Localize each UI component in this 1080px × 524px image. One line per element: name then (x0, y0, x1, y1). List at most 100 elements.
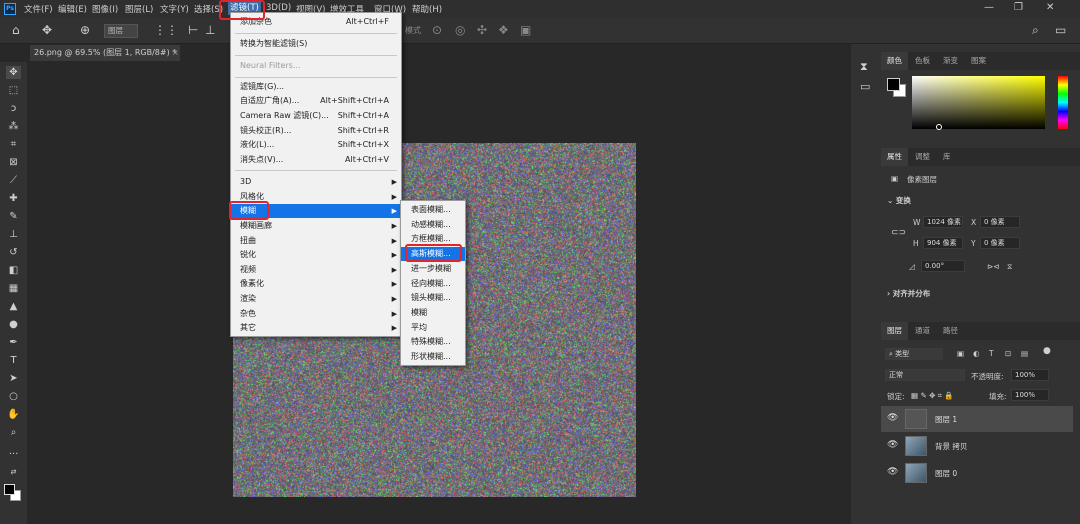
brush-tool-icon[interactable]: ✎ (6, 210, 21, 223)
menu-layer[interactable]: 图层(L) (125, 3, 153, 15)
type-tool-icon[interactable]: T (6, 354, 21, 367)
foreground-swatch[interactable] (887, 78, 900, 91)
document-tab[interactable]: 26.png @ 69.5% (图层 1, RGB/8#) * (30, 45, 180, 61)
align-section[interactable]: › 对齐并分布 (887, 288, 930, 299)
visibility-eye-icon[interactable]: 👁 (887, 467, 898, 477)
menu-image[interactable]: 图像(I) (92, 3, 118, 15)
filter-smart-icon[interactable]: ▤ (1021, 349, 1028, 358)
filter-item-gallery[interactable]: 滤镜库(G)... (231, 80, 401, 94)
transform-controls-icon[interactable]: ⋮⋮ (154, 23, 178, 37)
layer-row[interactable]: 👁 背景 拷贝 (881, 433, 1073, 459)
3d-slide-icon[interactable]: ❖ (498, 23, 509, 37)
opacity-field[interactable]: 100% (1011, 369, 1049, 381)
filter-item-3d[interactable]: 3D ▶ (231, 175, 401, 189)
tab-swatches[interactable]: 色板 (909, 52, 936, 70)
height-field[interactable]: 904 像素 (923, 237, 963, 249)
filter-item-adaptive-wide-angle[interactable]: 自适应广角(A)... Alt+Shift+Ctrl+A (231, 94, 401, 108)
layer-row[interactable]: 👁 图层 0 (881, 460, 1073, 486)
filter-item-vanishing-point[interactable]: 消失点(V)... Alt+Ctrl+V (231, 153, 401, 167)
filter-item-other[interactable]: 其它 ▶ (231, 321, 401, 335)
pen-tool-icon[interactable]: ✒ (6, 336, 21, 349)
filter-item-camera-raw[interactable]: Camera Raw 滤镜(C)... Shift+Ctrl+A (231, 109, 401, 123)
align-center-icon[interactable]: ⊥ (205, 23, 215, 37)
3d-scale-icon[interactable]: ▣ (520, 23, 531, 37)
marquee-tool-icon[interactable]: ⬚ (6, 84, 21, 97)
lock-icons[interactable]: ▦ ✎ ✥ ⌗ 🔒 (911, 391, 954, 401)
angle-field[interactable]: 0.00° (921, 260, 965, 272)
close-icon[interactable]: ✕ (1046, 2, 1054, 13)
clone-stamp-icon[interactable]: ⊥ (6, 228, 21, 241)
flip-horizontal-icon[interactable]: ⊳⊲ (987, 262, 1000, 271)
3d-pan-icon[interactable]: ✣ (477, 23, 487, 37)
foreground-color-swatch[interactable] (4, 484, 15, 495)
filter-adjust-icon[interactable]: ◐ (973, 349, 980, 358)
tab-patterns[interactable]: 图案 (965, 52, 992, 70)
link-icon[interactable]: ⊂⊃ (891, 228, 906, 238)
move-tool-icon[interactable]: ✥ (42, 23, 52, 37)
filter-shape-icon[interactable]: ⊡ (1005, 349, 1011, 358)
zoom-tool-icon[interactable]: ⌕ (6, 426, 21, 439)
blur-item-blur[interactable]: 模糊 (401, 306, 465, 320)
comments-panel-icon[interactable]: ▭ (860, 80, 870, 93)
close-tab-icon[interactable]: × (172, 48, 179, 57)
visibility-eye-icon[interactable]: 👁 (887, 440, 898, 450)
quick-select-icon[interactable]: ⁂ (6, 120, 21, 133)
auto-select-icon[interactable]: ⊕ (80, 23, 90, 37)
y-field[interactable]: 0 像素 (980, 237, 1020, 249)
blur-tool-icon[interactable]: ▲ (6, 300, 21, 313)
menu-help[interactable]: 帮助(H) (412, 3, 442, 15)
menu-edit[interactable]: 编辑(E) (58, 3, 87, 15)
search-icon[interactable]: ⌕ (1032, 23, 1039, 38)
layer-row[interactable]: 👁 图层 1 (881, 406, 1073, 432)
filter-item-distort[interactable]: 扭曲 ▶ (231, 234, 401, 248)
tab-adjustments[interactable]: 调整 (909, 148, 936, 166)
width-field[interactable]: 1024 像素 (923, 216, 963, 228)
healing-brush-icon[interactable]: ✚ (6, 192, 21, 205)
blur-item-shape[interactable]: 形状模糊... (401, 350, 465, 364)
tab-gradients[interactable]: 渐变 (937, 52, 964, 70)
filter-toggle-icon[interactable]: ● (1043, 346, 1051, 356)
transform-section[interactable]: ⌄ 变换 (887, 195, 911, 206)
path-select-icon[interactable]: ➤ (6, 372, 21, 385)
filter-item-smart-filters[interactable]: 转换为智能滤镜(S) (231, 37, 401, 51)
blur-item-motion[interactable]: 动感模糊... (401, 218, 465, 232)
move-tool-icon[interactable]: ✥ (6, 66, 21, 79)
blur-item-surface[interactable]: 表面模糊... (401, 203, 465, 217)
filter-item-render[interactable]: 渲染 ▶ (231, 292, 401, 306)
blur-item-average[interactable]: 平均 (401, 321, 465, 335)
tab-color[interactable]: 颜色 (881, 52, 908, 70)
3d-roll-icon[interactable]: ◎ (455, 23, 465, 37)
flip-vertical-icon[interactable]: ⧖ (1007, 262, 1012, 272)
history-brush-icon[interactable]: ↺ (6, 246, 21, 259)
fill-field[interactable]: 100% (1011, 389, 1049, 401)
lasso-tool-icon[interactable]: ↄ (6, 102, 21, 115)
filter-item-neural-filters[interactable]: Neural Filters... (231, 59, 401, 73)
filter-item-video[interactable]: 视频 ▶ (231, 263, 401, 277)
tab-layers[interactable]: 图层 (881, 322, 908, 340)
home-icon[interactable]: ⌂ (12, 23, 20, 37)
filter-item-blur-gallery[interactable]: 模糊画廊 ▶ (231, 219, 401, 233)
filter-item-noise[interactable]: 杂色 ▶ (231, 307, 401, 321)
menu-file[interactable]: 文件(F) (24, 3, 53, 15)
history-panel-icon[interactable]: ⧗ (860, 60, 868, 74)
blend-mode-dropdown[interactable]: 正常 (885, 369, 965, 381)
hue-slider[interactable] (1058, 76, 1068, 129)
more-tools-icon[interactable]: ··· (6, 448, 21, 461)
eyedropper-icon[interactable]: ⟋ (6, 174, 21, 187)
gradient-tool-icon[interactable]: ▦ (6, 282, 21, 295)
tab-properties[interactable]: 属性 (881, 148, 908, 166)
blur-item-smart[interactable]: 特殊模糊... (401, 335, 465, 349)
menu-type[interactable]: 文字(Y) (160, 3, 189, 15)
3d-orbit-icon[interactable]: ⊙ (432, 23, 442, 37)
minimize-icon[interactable]: — (984, 2, 994, 13)
tab-paths[interactable]: 路径 (937, 322, 964, 340)
blur-item-radial[interactable]: 径向模糊... (401, 277, 465, 291)
restore-icon[interactable]: ❐ (1014, 2, 1023, 13)
workspace-icon[interactable]: ▭ (1055, 23, 1066, 37)
swap-colors-icon[interactable]: ⇄ (6, 466, 21, 479)
filter-type-icon[interactable]: T (989, 349, 994, 358)
blur-item-lens[interactable]: 镜头模糊... (401, 291, 465, 305)
filter-item-sharpen[interactable]: 锐化 ▶ (231, 248, 401, 262)
hand-tool-icon[interactable]: ✋ (6, 408, 21, 421)
shape-tool-icon[interactable]: ○ (6, 390, 21, 403)
